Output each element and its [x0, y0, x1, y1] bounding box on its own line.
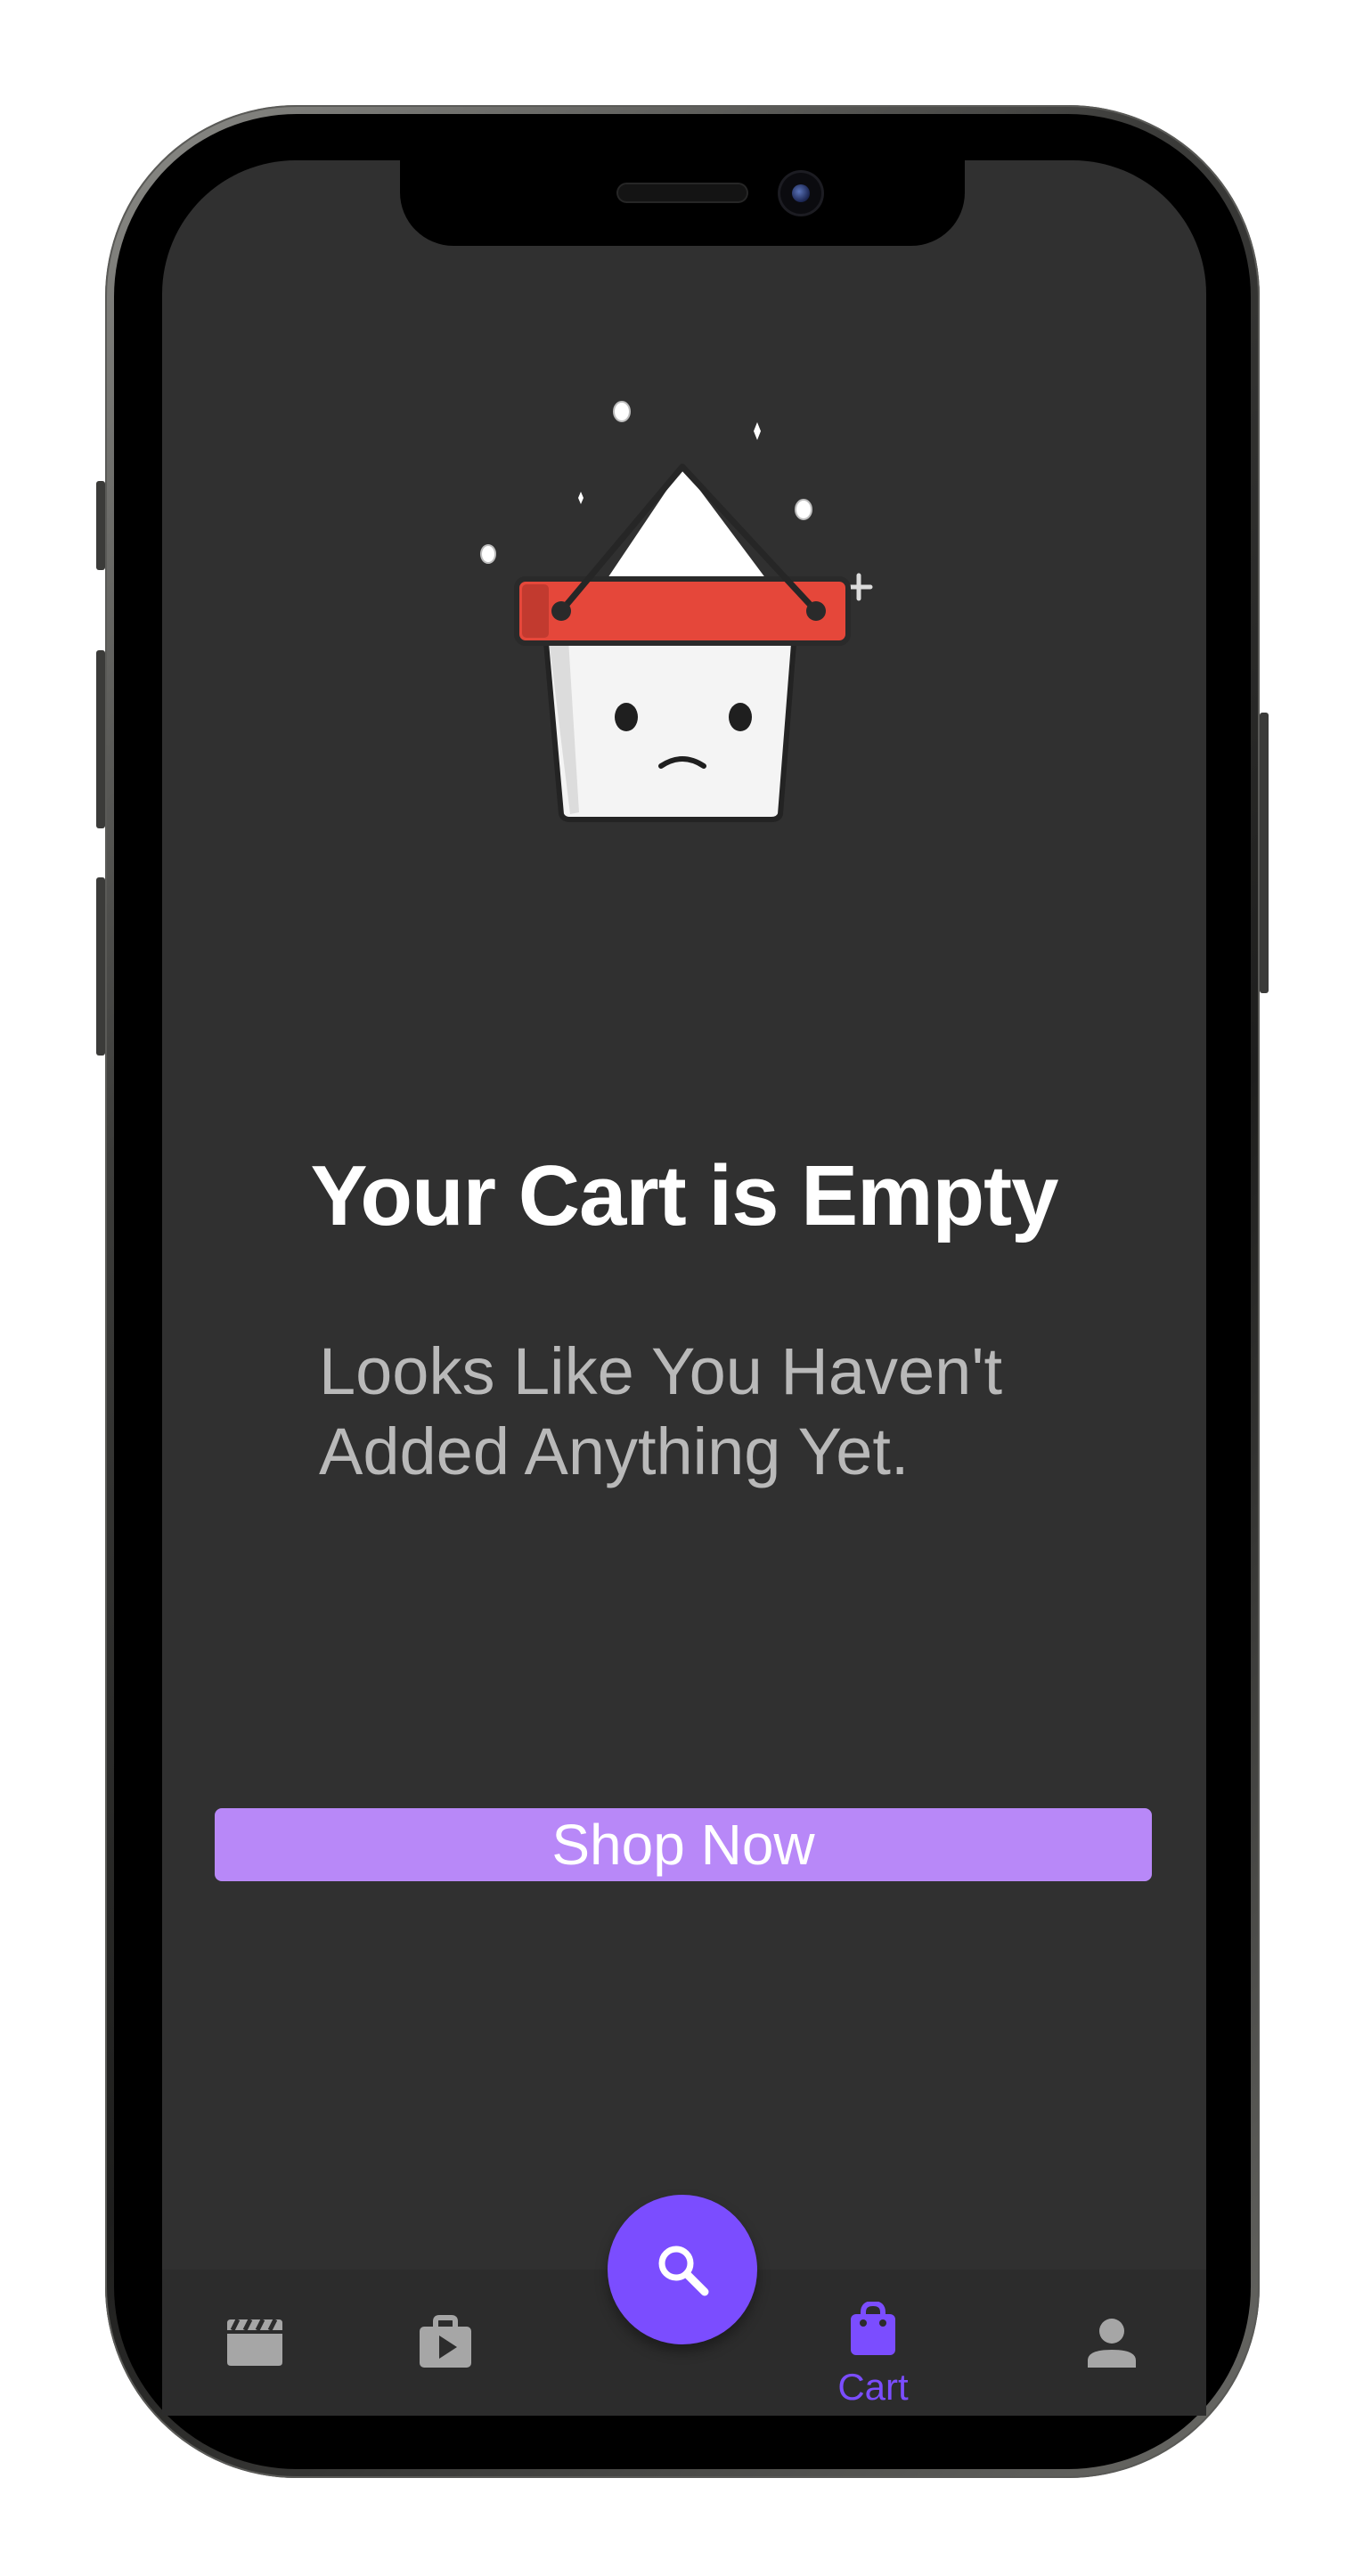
handle-rivet	[806, 601, 826, 621]
front-camera	[780, 173, 821, 214]
search-icon	[658, 2246, 709, 2296]
mute-switch	[96, 481, 105, 570]
sparkle	[754, 422, 761, 440]
shop-now-button[interactable]: Shop Now	[215, 1808, 1152, 1881]
right-eye	[729, 703, 752, 731]
play-bag-icon	[420, 2315, 471, 2368]
search-button[interactable]	[608, 2195, 757, 2344]
nav-item-cart[interactable]: Cart	[820, 2298, 926, 2408]
empty-basket-illustration	[480, 401, 873, 822]
sparkle	[795, 499, 812, 520]
sparkle	[480, 544, 496, 564]
handle-rivet	[551, 601, 571, 621]
sparkle	[613, 401, 631, 422]
nav-item-movies[interactable]	[201, 2298, 308, 2396]
notch	[400, 160, 965, 246]
basket-body	[543, 630, 797, 822]
empty-cart-title: Your Cart is Empty	[310, 1148, 1058, 1243]
movie-clapper-icon	[227, 2318, 282, 2366]
earpiece-speaker	[618, 184, 747, 201]
volume-down-button	[96, 877, 105, 1056]
left-eye	[615, 703, 638, 731]
shopping-bag-icon	[851, 2302, 895, 2355]
nav-item-media-store[interactable]	[392, 2298, 499, 2396]
power-button	[1260, 713, 1269, 993]
basket-handle-fill	[602, 467, 771, 586]
volume-up-button	[96, 650, 105, 828]
nav-item-profile[interactable]	[1058, 2298, 1165, 2396]
person-icon	[1088, 2319, 1136, 2368]
nav-item-cart-label: Cart	[837, 2366, 909, 2408]
basket-rim-shade	[522, 584, 549, 638]
sparkle	[578, 492, 584, 504]
empty-cart-message: Looks Like You Haven't Added Anything Ye…	[319, 1334, 1003, 1488]
